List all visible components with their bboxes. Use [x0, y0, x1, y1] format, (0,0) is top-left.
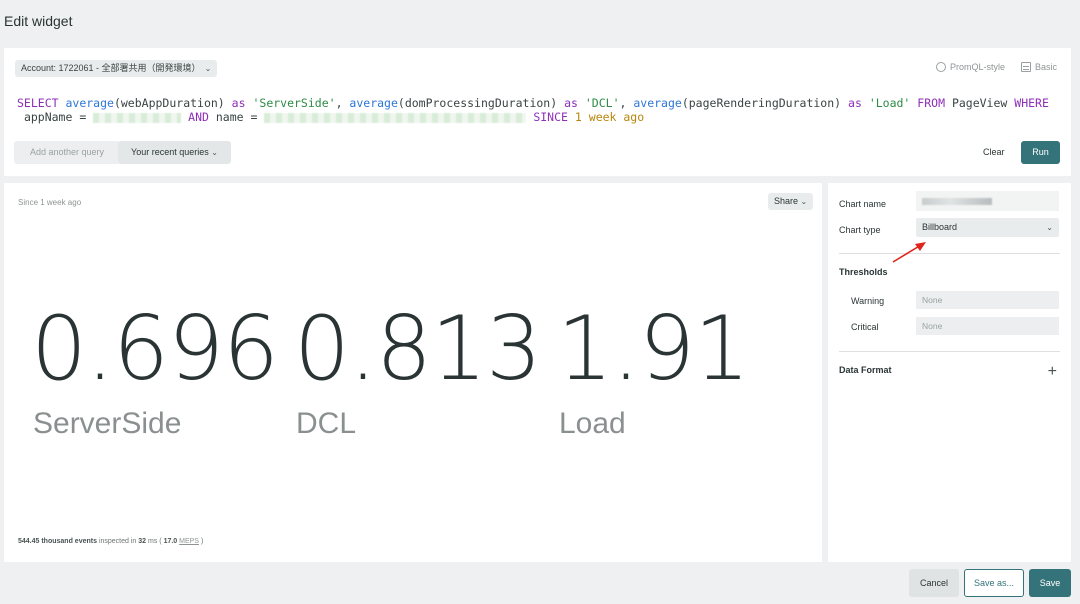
chart-name-label: Chart name — [839, 199, 887, 209]
clear-button[interactable]: Clear — [983, 141, 1005, 164]
query-panel: Account: 1722061 - 全部署共用（開発環境） ⌄ PromQL-… — [4, 48, 1071, 176]
nrql-field: appName — [23, 110, 73, 124]
divider — [839, 253, 1060, 254]
metric-label: ServerSide — [33, 407, 182, 440]
nrql-keyword: SINCE — [533, 110, 568, 124]
chevron-down-icon: ⌄ — [211, 148, 218, 157]
data-format-title: Data Format — [839, 365, 892, 375]
nrql-operator: = — [250, 110, 258, 124]
thresholds-title: Thresholds — [839, 267, 888, 277]
run-button[interactable]: Run — [1021, 141, 1060, 164]
account-label: Account: 1722061 - 全部署共用（開発環境） — [21, 63, 201, 73]
save-button[interactable]: Save — [1029, 569, 1071, 597]
nrql-argument: (pageRenderingDuration) — [681, 96, 842, 110]
recent-queries-button[interactable]: Your recent queries ⌄ — [118, 141, 231, 164]
chart-type-value: Billboard — [922, 222, 958, 232]
stats-text: ) — [200, 538, 204, 545]
stats-text: ms ( — [148, 538, 162, 545]
nrql-number: 1 — [574, 110, 582, 124]
chart-panel: Since 1 week ago Share ⌄ 0.696 ServerSid… — [4, 183, 822, 562]
nrql-editor[interactable]: SELECT average(webAppDuration) as 'Serve… — [17, 96, 1057, 124]
nrql-field: name — [215, 110, 244, 124]
warning-threshold-input[interactable]: None — [916, 291, 1059, 309]
query-duration: 32 — [138, 538, 147, 545]
nrql-function: average — [349, 96, 398, 110]
metric-value: 1.91 — [557, 297, 750, 400]
chevron-down-icon: ⌄ — [800, 197, 808, 206]
redacted-value — [922, 198, 992, 205]
basic-mode-label: Basic — [1034, 62, 1057, 72]
billboard: 0.696 ServerSide 0.813 DCL 1.91 Load — [31, 305, 820, 441]
query-stats: 544.45 thousand events inspected in 32 m… — [18, 538, 203, 545]
metric-label: DCL — [296, 407, 357, 440]
share-button[interactable]: Share ⌄ — [768, 193, 814, 210]
meps-link[interactable]: MEPS — [179, 538, 199, 545]
settings-panel: Chart name Chart type Billboard ⌄ Thresh… — [828, 183, 1071, 562]
add-query-button[interactable]: Add another query — [14, 141, 120, 164]
nrql-argument: (domProcessingDuration) — [397, 96, 558, 110]
time-range-label: Since 1 week ago — [18, 198, 82, 207]
nrql-alias: 'ServerSide' — [252, 96, 336, 110]
cancel-button[interactable]: Cancel — [909, 569, 959, 597]
metric-label: Load — [559, 407, 626, 440]
critical-label: Critical — [851, 322, 879, 332]
chart-name-input[interactable] — [916, 191, 1059, 211]
nrql-keyword: AND — [188, 110, 209, 124]
nrql-keyword: as — [231, 96, 246, 110]
redacted-value — [93, 112, 182, 123]
recent-queries-label: Your recent queries — [131, 147, 209, 157]
nrql-keyword: as — [564, 96, 578, 110]
nrql-argument: (webAppDuration) — [113, 96, 225, 110]
chevron-down-icon: ⌄ — [204, 64, 212, 73]
promql-icon — [935, 62, 946, 72]
nrql-keyword: SELECT — [17, 96, 59, 110]
nrql-function: average — [633, 96, 682, 110]
nrql-alias: 'DCL' — [584, 96, 620, 110]
share-label: Share — [774, 196, 799, 206]
metric-value: 0.696 — [31, 297, 279, 400]
meps-rate: 17.0 — [163, 538, 178, 545]
promql-mode-button[interactable]: PromQL-style — [935, 62, 1005, 72]
nrql-keyword: WHERE — [1014, 96, 1049, 110]
chevron-down-icon: ⌄ — [1046, 223, 1053, 232]
nrql-table: PageView — [951, 96, 1008, 110]
plus-icon[interactable]: + — [1048, 363, 1057, 381]
metric-value: 0.813 — [294, 297, 542, 400]
critical-threshold-input[interactable]: None — [916, 317, 1059, 335]
stats-text: inspected in — [98, 538, 137, 545]
basic-mode-button[interactable]: Basic — [1020, 62, 1057, 72]
chart-type-label: Chart type — [839, 225, 881, 235]
annotation-arrow-icon — [892, 242, 926, 263]
nrql-time-unit: week ago — [588, 110, 645, 124]
divider — [839, 351, 1060, 352]
nrql-operator: = — [79, 110, 87, 124]
redacted-value — [264, 112, 527, 123]
account-select[interactable]: Account: 1722061 - 全部署共用（開発環境） ⌄ — [15, 60, 218, 77]
basic-icon — [1020, 62, 1031, 72]
billboard-metric: 1.91 Load — [557, 305, 820, 441]
nrql-keyword: as — [848, 96, 862, 110]
events-count: 544.45 thousand events — [18, 538, 97, 545]
billboard-metric: 0.696 ServerSide — [31, 305, 294, 441]
chart-type-select[interactable]: Billboard ⌄ — [916, 218, 1059, 237]
save-as-button[interactable]: Save as... — [964, 569, 1024, 597]
nrql-keyword: FROM — [917, 96, 945, 110]
warning-label: Warning — [851, 296, 885, 306]
page-title: Edit widget — [4, 13, 73, 29]
billboard-metric: 0.813 DCL — [294, 305, 557, 441]
query-mode-switch: PromQL-style Basic — [935, 62, 1057, 72]
nrql-alias: 'Load' — [868, 96, 911, 110]
nrql-function: average — [65, 96, 114, 110]
promql-mode-label: PromQL-style — [949, 62, 1005, 72]
